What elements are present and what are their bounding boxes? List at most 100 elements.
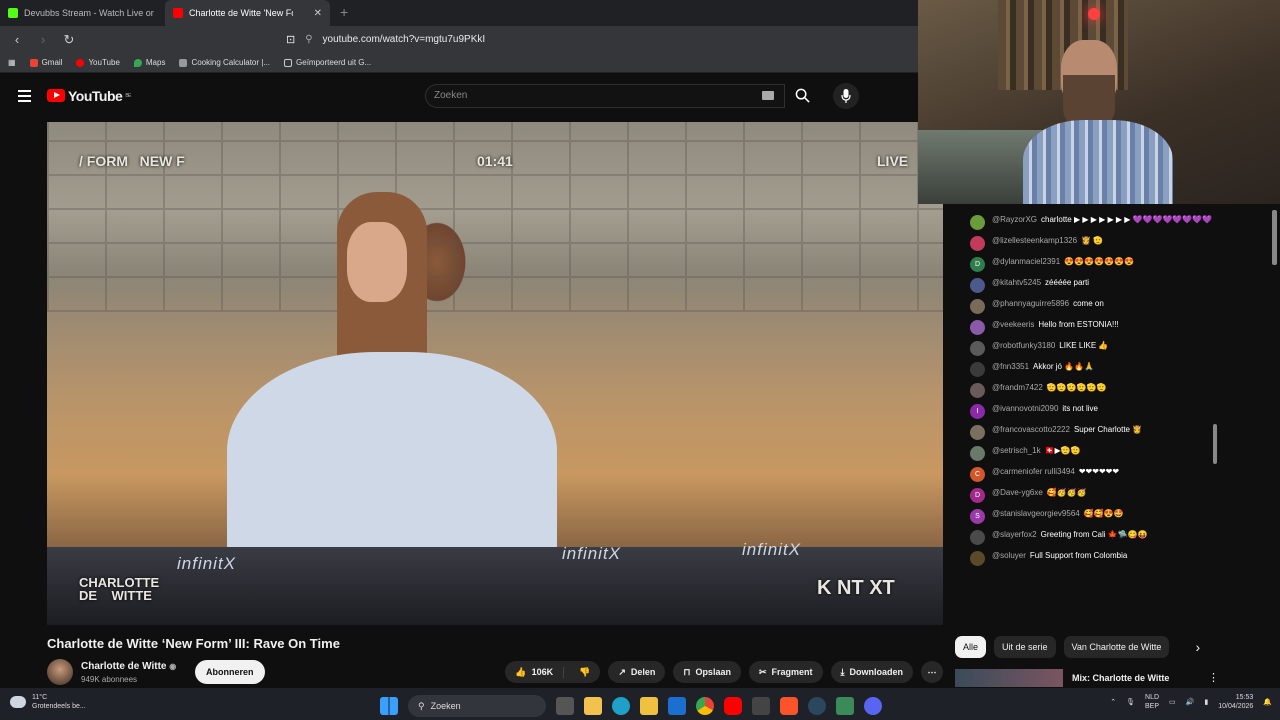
keyboard-icon[interactable] bbox=[762, 90, 774, 100]
chat-username[interactable]: @soluyer bbox=[992, 551, 1026, 560]
chat-avatar[interactable] bbox=[970, 320, 985, 335]
forward-icon[interactable]: › bbox=[34, 32, 52, 47]
dislike-button[interactable]: 👎 bbox=[569, 667, 600, 678]
chat-avatar[interactable] bbox=[970, 362, 985, 377]
taskbar-search[interactable]: ⚲ Zoeken bbox=[408, 695, 546, 717]
chip-all[interactable]: Alle bbox=[955, 636, 987, 658]
chat-avatar[interactable] bbox=[970, 551, 985, 566]
clip-label: Fragment bbox=[771, 667, 813, 677]
chat-avatar[interactable] bbox=[970, 278, 985, 293]
chat-avatar[interactable]: C bbox=[970, 467, 985, 482]
reload-icon[interactable]: ↻ bbox=[60, 32, 78, 48]
tray-expand-icon[interactable]: ⌃ bbox=[1110, 698, 1116, 706]
tab-youtube[interactable]: Charlotte de Witte 'New Form ✕ bbox=[165, 0, 330, 26]
chat-avatar[interactable]: D bbox=[970, 257, 985, 272]
chat-username[interactable]: @veekeeris bbox=[992, 320, 1034, 329]
tab-kick[interactable]: Devubbs Stream - Watch Live on Kick bbox=[0, 0, 165, 26]
youtube-app-icon[interactable] bbox=[724, 697, 742, 715]
new-tab-button[interactable]: + bbox=[340, 4, 348, 20]
channel-name[interactable]: Charlotte de Witte ◉ bbox=[81, 661, 176, 672]
site-info-icon[interactable]: ⚲ bbox=[305, 34, 312, 45]
chat-avatar[interactable] bbox=[970, 425, 985, 440]
network-icon[interactable]: ▭ bbox=[1169, 698, 1176, 706]
share-button[interactable]: ↗ Delen bbox=[608, 661, 666, 683]
chat-avatar[interactable] bbox=[970, 236, 985, 251]
outlook-icon[interactable] bbox=[668, 697, 686, 715]
chat-username[interactable]: @robotfunky3180 bbox=[992, 341, 1055, 350]
chat-username[interactable]: @phannyaguirre5896 bbox=[992, 299, 1069, 308]
clip-button[interactable]: ✂ Fragment bbox=[748, 661, 823, 683]
voice-search-button[interactable] bbox=[833, 82, 859, 109]
youtube-play-icon bbox=[47, 89, 65, 102]
chat-username[interactable]: @dylanmaciel2391 bbox=[992, 257, 1060, 266]
chip-channel[interactable]: Van Charlotte de Witte bbox=[1063, 636, 1170, 658]
chat-avatar[interactable] bbox=[970, 383, 985, 398]
task-view-icon[interactable] bbox=[556, 697, 574, 715]
chat-scrollbar[interactable] bbox=[1213, 424, 1217, 464]
weather-widget[interactable]: 11°C Grotendeels be... bbox=[10, 693, 86, 711]
apps-icon[interactable]: ▦ bbox=[8, 58, 16, 67]
search-input[interactable]: Zoeken bbox=[425, 83, 785, 108]
steam-icon[interactable] bbox=[808, 697, 826, 715]
chat-username[interactable]: @setrisch_1k bbox=[992, 446, 1041, 455]
chat-username[interactable]: @RayzorXG bbox=[992, 215, 1037, 224]
bookmark-star-icon[interactable]: ⊡ bbox=[286, 33, 295, 46]
chips-next-icon[interactable]: › bbox=[1195, 639, 1200, 655]
back-icon[interactable]: ‹ bbox=[8, 32, 26, 47]
chat-username[interactable]: @fnn3351 bbox=[992, 362, 1029, 371]
menu-icon[interactable] bbox=[18, 89, 31, 102]
battery-icon[interactable]: ▮ bbox=[1204, 698, 1208, 706]
upnext-mix-item[interactable]: Mix: Charlotte de Witte ⋮ bbox=[955, 669, 1221, 687]
edge-icon[interactable] bbox=[612, 697, 630, 715]
chat-avatar[interactable] bbox=[970, 215, 985, 230]
chat-avatar[interactable]: S bbox=[970, 509, 985, 524]
chat-username[interactable]: @francovascotto2222 bbox=[992, 425, 1070, 434]
save-button[interactable]: ⊓ Opslaan bbox=[673, 661, 741, 683]
calculator-icon[interactable] bbox=[752, 697, 770, 715]
mic-tray-icon[interactable]: 🎙 bbox=[1126, 698, 1135, 706]
more-actions-button[interactable]: ⋯ bbox=[921, 661, 943, 683]
chat-username[interactable]: @lizellesteenkamp1326 bbox=[992, 236, 1077, 245]
chat-avatar[interactable]: D bbox=[970, 488, 985, 503]
app-icon[interactable] bbox=[836, 697, 854, 715]
chat-username[interactable]: @slayerfox2 bbox=[992, 530, 1037, 539]
bookmark-cooking[interactable]: Cooking Calculator |... bbox=[179, 58, 270, 67]
discord-icon[interactable] bbox=[864, 697, 882, 715]
search-button[interactable] bbox=[787, 84, 817, 108]
chat-username[interactable]: @carmeniofer rulli3494 bbox=[992, 467, 1075, 476]
windows-start-icon[interactable] bbox=[380, 697, 398, 715]
chat-username[interactable]: @Dave-yg6xe bbox=[992, 488, 1043, 497]
bookmark-gmail[interactable]: Gmail bbox=[29, 58, 62, 67]
chat-avatar[interactable]: I bbox=[970, 404, 985, 419]
file-explorer-icon[interactable] bbox=[640, 697, 658, 715]
subscribe-button[interactable]: Abonneren bbox=[195, 660, 265, 684]
chrome-icon[interactable] bbox=[696, 697, 714, 715]
chat-username[interactable]: @ivannovotni2090 bbox=[992, 404, 1058, 413]
brave-icon[interactable] bbox=[780, 697, 798, 715]
bookmark-youtube[interactable]: YouTube bbox=[76, 58, 120, 67]
overlay-knt: K NT XT bbox=[817, 577, 895, 599]
chat-avatar[interactable] bbox=[970, 446, 985, 461]
like-button[interactable]: 👍 106K bbox=[505, 666, 565, 678]
volume-icon[interactable]: 🔊 bbox=[1186, 698, 1195, 706]
channel-avatar[interactable] bbox=[47, 659, 73, 685]
bookmark-imported[interactable]: Geïmporteerd uit G... bbox=[284, 58, 371, 67]
youtube-logo[interactable]: YouTube BE bbox=[47, 88, 131, 104]
chat-avatar[interactable] bbox=[970, 530, 985, 545]
close-icon[interactable]: ✕ bbox=[314, 8, 322, 19]
chip-series[interactable]: Uit de serie bbox=[994, 636, 1056, 658]
clock[interactable]: 15:53 10/04/2026 bbox=[1218, 693, 1253, 712]
url-field[interactable]: ⊡ ⚲ youtube.com/watch?v=mgtu7u9PKkI bbox=[286, 33, 485, 46]
store-icon[interactable] bbox=[584, 697, 602, 715]
page-scrollbar[interactable] bbox=[1272, 210, 1277, 265]
chat-username[interactable]: @stanislavgeorgiev9564 bbox=[992, 509, 1080, 518]
notifications-icon[interactable]: 🔔 bbox=[1263, 698, 1272, 706]
mix-more-icon[interactable]: ⋮ bbox=[1208, 671, 1219, 684]
video-player[interactable]: infinitX infinitX infinitX / FORM NEW F … bbox=[47, 122, 943, 625]
bookmark-maps[interactable]: Maps bbox=[133, 58, 165, 67]
download-button[interactable]: ⤓ Downloaden bbox=[830, 661, 913, 683]
chat-avatar[interactable] bbox=[970, 299, 985, 314]
chat-username[interactable]: @frandm7422 bbox=[992, 383, 1043, 392]
chat-username[interactable]: @kitahtv5245 bbox=[992, 278, 1041, 287]
chat-avatar[interactable] bbox=[970, 341, 985, 356]
